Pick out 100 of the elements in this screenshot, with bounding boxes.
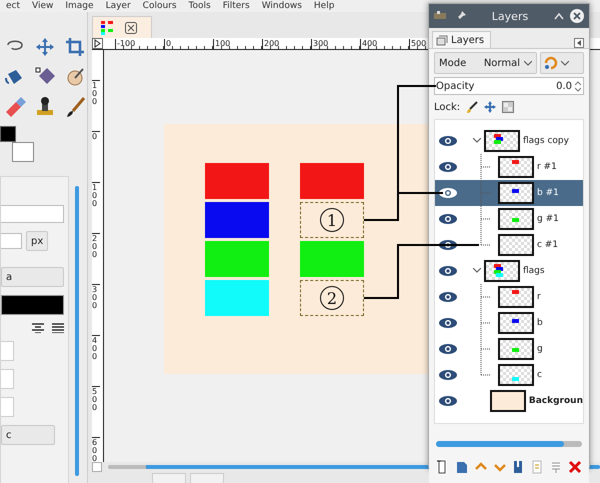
- eye-icon[interactable]: [438, 161, 458, 173]
- justify-fill-icon[interactable]: [52, 323, 64, 333]
- opacity-spinbox[interactable]: Opacity 0.0: [434, 77, 584, 95]
- eye-icon[interactable]: [438, 369, 458, 381]
- eye-icon[interactable]: [438, 317, 458, 329]
- ruler-label: 400: [360, 39, 409, 49]
- close-tab-icon[interactable]: [125, 22, 137, 34]
- tree-line: [480, 310, 490, 336]
- layer-row[interactable]: c: [435, 362, 583, 388]
- dropdown-caret-icon: [524, 60, 532, 66]
- spin-field[interactable]: [1, 341, 14, 361]
- menu-item[interactable]: Windows: [262, 0, 302, 12]
- eye-icon[interactable]: [438, 213, 458, 225]
- layer-row[interactable]: g: [435, 336, 583, 362]
- layer-name: flags: [523, 266, 545, 276]
- layer-name: b #1: [537, 188, 559, 198]
- layer-row[interactable]: b #1: [435, 180, 583, 206]
- image-thumbnail-icon: [101, 20, 115, 34]
- move-icon[interactable]: [484, 101, 496, 113]
- ruler-label: 100: [213, 39, 262, 49]
- ruler-label: 500: [92, 386, 100, 437]
- dropdown-caret-icon: [561, 60, 569, 66]
- tab-menu-icon[interactable]: [574, 38, 584, 48]
- ruler-label: 400: [92, 335, 100, 386]
- layer-row[interactable]: g #1: [435, 206, 583, 232]
- font-dropdown[interactable]: a: [1, 267, 64, 287]
- quick-mask-toggle[interactable]: [92, 462, 102, 472]
- layer-name: flags copy: [523, 136, 569, 146]
- menu-item[interactable]: View: [32, 0, 54, 12]
- eye-icon[interactable]: [438, 187, 458, 199]
- layer-row[interactable]: flags copy: [435, 128, 583, 154]
- menu-item[interactable]: Colours: [142, 0, 177, 12]
- spin-field[interactable]: [1, 369, 14, 389]
- window-title: Layers: [490, 10, 530, 22]
- ruler-menu-icon[interactable]: [92, 38, 103, 49]
- expand-caret-icon[interactable]: [473, 268, 481, 274]
- layer-name: g #1: [537, 214, 559, 224]
- layers-tab[interactable]: Layers: [432, 31, 492, 48]
- composite-mode-icon: [543, 55, 559, 71]
- ruler-label: 0: [164, 39, 213, 49]
- menu-item[interactable]: Help: [314, 0, 334, 12]
- eraser-icon[interactable]: [4, 96, 26, 118]
- layer-name: r #1: [537, 162, 557, 172]
- spin-field[interactable]: [1, 397, 14, 417]
- brush-icon[interactable]: [466, 101, 478, 113]
- eye-icon[interactable]: [438, 291, 458, 303]
- crop-icon[interactable]: [64, 36, 86, 58]
- layer-row[interactable]: b: [435, 310, 583, 336]
- unit-dropdown[interactable]: px: [26, 231, 48, 251]
- number-callout: 2: [320, 286, 344, 310]
- number-callout: 1: [320, 208, 344, 232]
- eye-icon[interactable]: [438, 395, 458, 407]
- text-color-button[interactable]: [1, 295, 64, 315]
- expand-caret-icon[interactable]: [473, 138, 481, 144]
- layer-name: Backgroun: [528, 396, 583, 406]
- eye-icon[interactable]: [438, 265, 458, 277]
- foreground-color-swatch[interactable]: [0, 126, 16, 142]
- layer-name: c #1: [537, 240, 558, 250]
- ruler-label: 300: [92, 284, 100, 335]
- ruler-label: 100: [92, 80, 100, 131]
- ruler-label: 0: [92, 131, 100, 182]
- ruler-label: -100: [115, 39, 164, 49]
- layer-row[interactable]: flags: [435, 258, 583, 284]
- stamp-icon[interactable]: [34, 96, 56, 118]
- box-dropdown[interactable]: c: [1, 425, 55, 445]
- collapse-icon[interactable]: [554, 12, 564, 20]
- eye-icon[interactable]: [438, 343, 458, 355]
- image-tab[interactable]: [92, 16, 152, 38]
- menu-item[interactable]: Tools: [188, 0, 211, 12]
- layer-thumbnail: [484, 260, 520, 282]
- ruler-label: 200: [262, 39, 311, 49]
- menu-item[interactable]: ect: [6, 0, 20, 12]
- menu-item[interactable]: Layer: [106, 0, 131, 12]
- new-group-icon[interactable]: [455, 460, 470, 474]
- composite-mode-dropdown[interactable]: [540, 52, 584, 74]
- layer-name: r: [537, 292, 541, 302]
- layer-row[interactable]: r #1: [435, 154, 583, 180]
- eye-icon[interactable]: [438, 239, 458, 251]
- justify-center-icon[interactable]: [32, 323, 44, 333]
- text-field[interactable]: [1, 205, 64, 223]
- brush-icon[interactable]: [64, 96, 86, 118]
- scrollbar[interactable]: [75, 186, 79, 476]
- tree-line: [480, 284, 490, 310]
- menu-item[interactable]: Image: [65, 0, 94, 12]
- menu-item[interactable]: Filters: [222, 0, 250, 12]
- layer-row[interactable]: r: [435, 284, 583, 310]
- background-color-swatch[interactable]: [12, 142, 34, 162]
- tree-line: [480, 180, 490, 206]
- mode-dropdown[interactable]: Mode Normal: [434, 52, 537, 74]
- layer-row[interactable]: c #1: [435, 232, 583, 258]
- delete-icon[interactable]: [568, 460, 582, 474]
- move-icon[interactable]: [34, 36, 56, 58]
- checkerboard-icon[interactable]: [502, 101, 514, 113]
- pin-icon[interactable]: [456, 11, 466, 21]
- ruler-label: 200: [92, 233, 100, 284]
- tree-line: [480, 154, 490, 180]
- eye-icon[interactable]: [438, 135, 458, 147]
- layer-name: g: [537, 344, 543, 354]
- close-icon[interactable]: [570, 9, 584, 23]
- layer-row[interactable]: Backgroun: [435, 388, 583, 414]
